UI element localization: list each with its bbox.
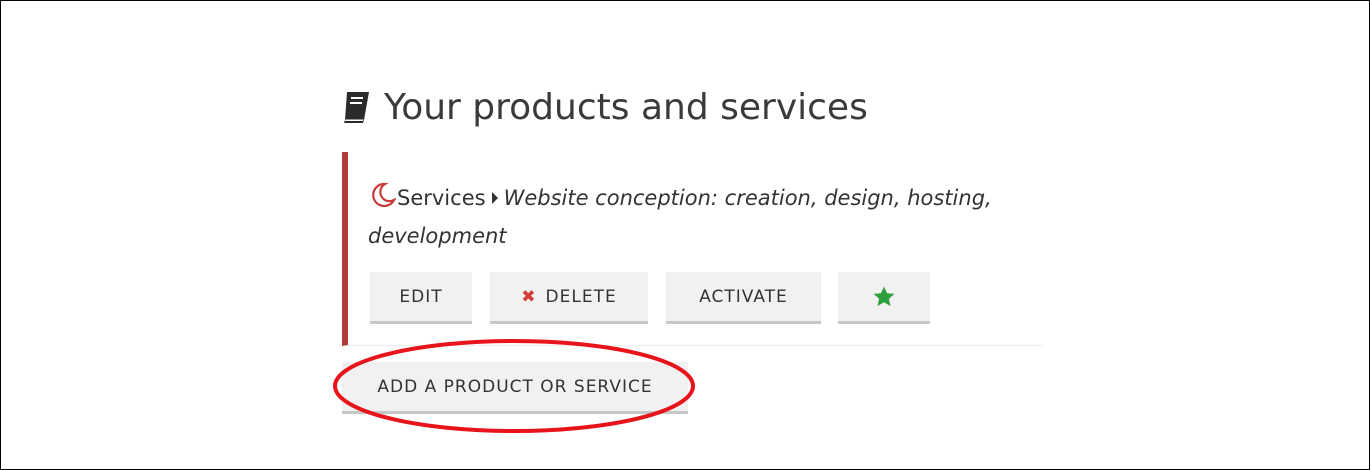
add-product-button-label: ADD A PRODUCT OR SERVICE (377, 376, 653, 397)
edit-button-label: EDIT (399, 286, 443, 307)
activate-button-label: ACTIVATE (699, 286, 788, 307)
delete-button[interactable]: ✖ DELETE (490, 272, 648, 324)
favorite-button[interactable] (838, 272, 930, 324)
edit-button[interactable]: EDIT (370, 272, 472, 324)
page-title: Your products and services (342, 82, 868, 132)
x-icon: ✖ (521, 286, 536, 307)
delete-button-label: DELETE (545, 286, 617, 307)
add-product-button[interactable]: ADD A PRODUCT OR SERVICE (342, 362, 688, 414)
activate-button[interactable]: ACTIVATE (666, 272, 821, 324)
product-summary: Services Website conception: creation, d… (368, 179, 1048, 255)
caret-right-icon (491, 192, 498, 204)
moon-icon (372, 182, 396, 208)
star-icon (873, 286, 895, 306)
page-title-text: Your products and services (384, 86, 868, 128)
book-icon (344, 92, 369, 124)
product-category: Services (397, 186, 486, 210)
